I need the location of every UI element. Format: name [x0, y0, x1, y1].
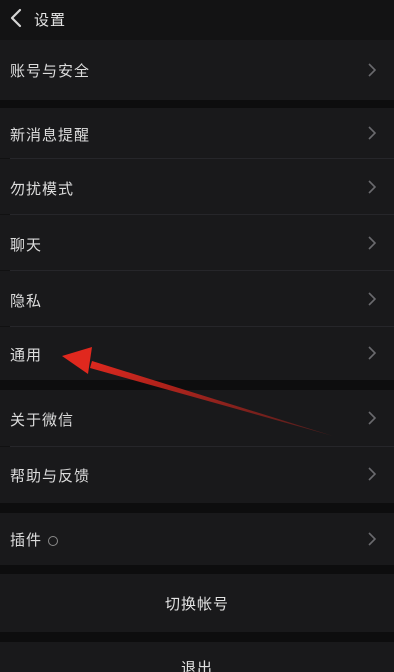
logout-button[interactable]: 退出	[0, 642, 394, 672]
section-gap	[0, 632, 394, 642]
chevron-left-icon[interactable]	[8, 8, 24, 28]
menu-item-chat[interactable]: 聊天	[0, 215, 394, 270]
menu-item-general[interactable]: 通用	[0, 327, 394, 380]
chevron-right-icon	[368, 532, 376, 546]
section-gap	[0, 380, 394, 390]
menu-item-label: 新消息提醒	[10, 126, 91, 144]
chevron-right-icon	[368, 467, 376, 481]
chevron-right-icon	[368, 411, 376, 425]
switch-account-button[interactable]: 切换帐号	[0, 574, 394, 632]
menu-item-do-not-disturb[interactable]: 勿扰模式	[0, 159, 394, 214]
logout-label: 退出	[180, 659, 213, 672]
menu-item-account-security[interactable]: 账号与安全	[0, 40, 394, 100]
menu-item-about-wechat[interactable]: 关于微信	[0, 390, 394, 446]
chevron-right-icon	[368, 126, 376, 140]
menu-item-privacy[interactable]: 隐私	[0, 271, 394, 326]
page-title: 设置	[34, 11, 67, 29]
top-bar: 设置	[0, 0, 394, 40]
menu-item-help-feedback[interactable]: 帮助与反馈	[0, 447, 394, 503]
menu-item-label: 隐私	[10, 292, 43, 310]
chevron-right-icon	[368, 292, 376, 306]
settings-screen: 设置 账号与安全 新消息提醒 勿扰模式 聊天 隐私 通用 关于微信 帮助与反馈 …	[0, 0, 394, 672]
menu-item-label: 勿扰模式	[10, 180, 75, 198]
menu-item-label: 关于微信	[10, 411, 75, 429]
plugin-badge-icon	[48, 535, 59, 546]
menu-item-new-message-alert[interactable]: 新消息提醒	[0, 108, 394, 158]
menu-item-label: 插件	[10, 529, 59, 550]
section-gap	[0, 565, 394, 574]
menu-item-label: 聊天	[10, 236, 43, 254]
section-gap	[0, 503, 394, 513]
chevron-right-icon	[368, 63, 376, 77]
menu-item-label: 账号与安全	[10, 62, 91, 80]
chevron-right-icon	[368, 236, 376, 250]
menu-item-plugins[interactable]: 插件	[0, 513, 394, 565]
chevron-right-icon	[368, 180, 376, 194]
chevron-right-icon	[368, 346, 376, 360]
section-gap	[0, 100, 394, 108]
menu-item-label: 通用	[10, 346, 43, 364]
switch-account-label: 切换帐号	[164, 595, 229, 613]
menu-item-label: 帮助与反馈	[10, 467, 91, 485]
plugins-label-text: 插件	[10, 531, 43, 549]
